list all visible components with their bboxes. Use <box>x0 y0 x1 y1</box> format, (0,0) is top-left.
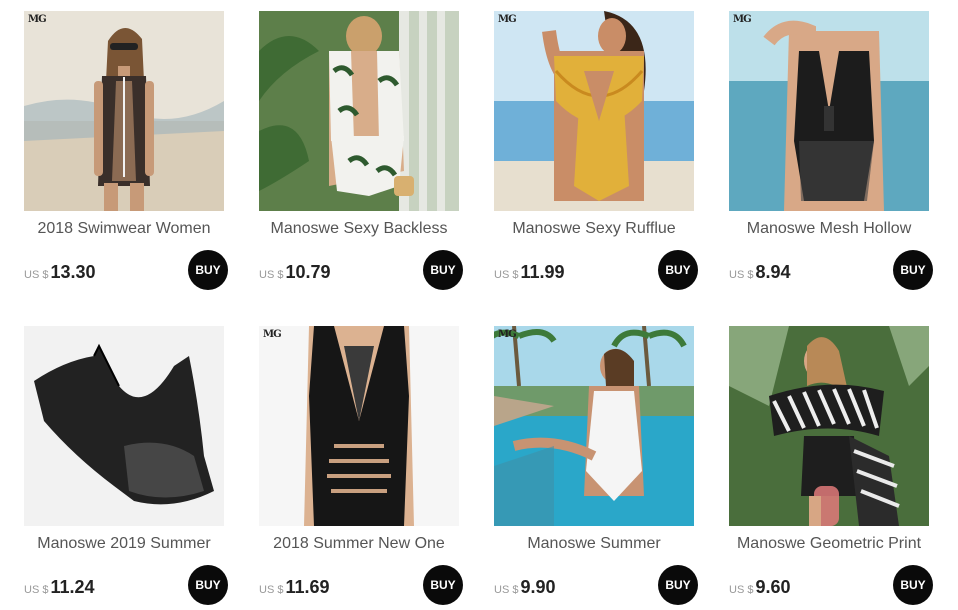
product-card[interactable]: MG Manoswe Mesh Hollow US $8.94 BUY <box>729 11 933 293</box>
product-image[interactable]: MG <box>494 11 694 211</box>
product-photo-illustration <box>24 326 224 526</box>
product-title[interactable]: 2018 Swimwear Women <box>18 220 230 238</box>
buy-button[interactable]: BUY <box>188 565 228 605</box>
product-card[interactable]: MG Manoswe Sexy Rufflue US $11.99 BUY <box>494 11 698 293</box>
buy-button[interactable]: BUY <box>893 250 933 290</box>
currency-label: US $ <box>24 269 49 281</box>
product-price: 11.24 <box>50 577 95 597</box>
price-row: US $8.94 <box>729 259 791 285</box>
product-price: 10.79 <box>285 262 331 282</box>
product-title[interactable]: Manoswe Mesh Hollow <box>723 220 935 238</box>
product-image[interactable]: MG <box>259 326 459 526</box>
product-image[interactable]: MG <box>24 11 224 211</box>
product-image[interactable] <box>729 326 929 526</box>
product-card[interactable]: Manoswe 2019 Summer US $11.24 BUY <box>24 326 228 608</box>
product-photo-illustration <box>494 11 694 211</box>
product-image[interactable]: MG <box>494 326 694 526</box>
brand-logo: MG <box>498 329 517 340</box>
product-card[interactable]: MG 2018 Swimwear Women US $13.30 BUY <box>24 11 228 293</box>
currency-label: US $ <box>494 584 519 596</box>
buy-button[interactable]: BUY <box>423 250 463 290</box>
product-title[interactable]: Manoswe 2019 Summer <box>18 535 230 553</box>
product-price: 13.30 <box>50 262 96 282</box>
buy-button[interactable]: BUY <box>893 565 933 605</box>
currency-label: US $ <box>259 269 284 281</box>
product-price: 9.90 <box>520 577 556 597</box>
buy-button[interactable]: BUY <box>188 250 228 290</box>
price-row: US $13.30 <box>24 259 96 285</box>
product-title[interactable]: Manoswe Sexy Rufflue <box>488 220 700 238</box>
product-card[interactable]: Manoswe Sexy Backless US $10.79 BUY <box>259 11 463 293</box>
product-price: 11.69 <box>285 577 330 597</box>
currency-label: US $ <box>729 269 754 281</box>
product-photo-illustration <box>259 11 459 211</box>
price-row: US $11.99 <box>494 259 565 285</box>
product-title[interactable]: Manoswe Summer <box>488 535 700 553</box>
buy-button[interactable]: BUY <box>423 565 463 605</box>
brand-logo: MG <box>498 14 517 25</box>
product-price: 11.99 <box>520 262 565 282</box>
brand-logo: MG <box>733 14 752 25</box>
currency-label: US $ <box>24 584 49 596</box>
product-photo-illustration <box>494 326 694 526</box>
price-row: US $9.90 <box>494 574 556 600</box>
price-row: US $9.60 <box>729 574 791 600</box>
product-price: 9.60 <box>755 577 791 597</box>
buy-button[interactable]: BUY <box>658 565 698 605</box>
buy-button[interactable]: BUY <box>658 250 698 290</box>
product-card[interactable]: MG 2018 Summer New One US $11.69 BUY <box>259 326 463 608</box>
product-card[interactable]: MG Manoswe Summer US $9.90 BUY <box>494 326 698 608</box>
price-row: US $10.79 <box>259 259 331 285</box>
product-price: 8.94 <box>755 262 791 282</box>
price-row: US $11.69 <box>259 574 330 600</box>
product-image[interactable]: MG <box>729 11 929 211</box>
product-image[interactable] <box>24 326 224 526</box>
currency-label: US $ <box>494 269 519 281</box>
product-photo-illustration <box>24 11 224 211</box>
brand-logo: MG <box>263 329 282 340</box>
price-row: US $11.24 <box>24 574 95 600</box>
product-title[interactable]: Manoswe Sexy Backless <box>253 220 465 238</box>
product-card[interactable]: Manoswe Geometric Print US $9.60 BUY <box>729 326 933 608</box>
product-title[interactable]: 2018 Summer New One <box>253 535 465 553</box>
product-photo-illustration <box>259 326 459 526</box>
product-photo-illustration <box>729 11 929 211</box>
product-grid: MG 2018 Swimwear Women US $13.30 BUY Man… <box>0 0 958 610</box>
product-photo-illustration <box>729 326 929 526</box>
currency-label: US $ <box>259 584 284 596</box>
product-title[interactable]: Manoswe Geometric Print <box>723 535 935 553</box>
currency-label: US $ <box>729 584 754 596</box>
product-image[interactable] <box>259 11 459 211</box>
brand-logo: MG <box>28 14 47 25</box>
